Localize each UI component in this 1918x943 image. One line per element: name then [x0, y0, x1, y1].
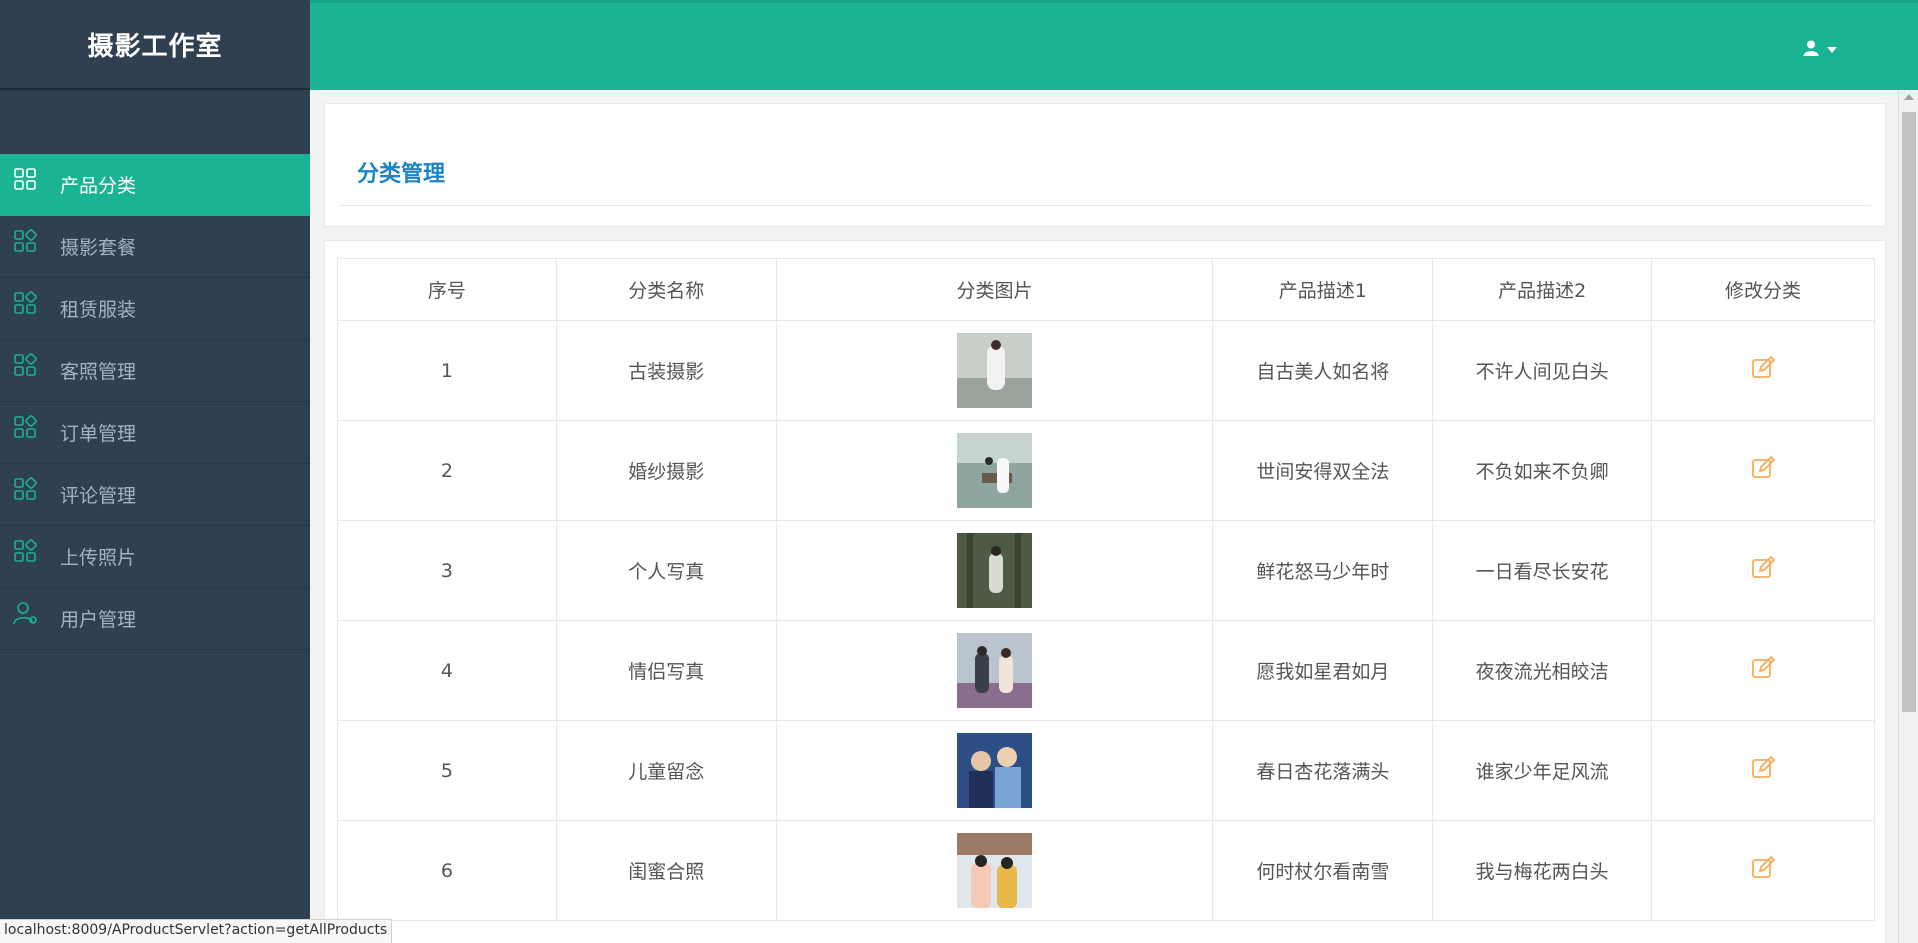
category-name: 婚纱摄影	[555, 420, 777, 521]
scroll-up-arrow-icon[interactable]	[1904, 94, 1914, 100]
category-name: 古装摄影	[555, 320, 777, 421]
description-2: 不负如来不负卿	[1432, 420, 1653, 521]
scrollbar-thumb[interactable]	[1902, 112, 1916, 712]
column-header: 序号	[337, 258, 557, 321]
sidebar-item-label: 摄影套餐	[60, 237, 137, 259]
column-header: 分类名称	[555, 258, 777, 321]
sidebar-item-label: 产品分类	[60, 175, 137, 197]
table-panel: 序号 分类名称 分类图片 产品描述1 产品描述2 修改分类 1 古装摄影 自古美…	[324, 240, 1886, 943]
column-header: 修改分类	[1651, 258, 1875, 321]
description-2: 谁家少年足风流	[1432, 720, 1653, 821]
sidebar-item-photo-package[interactable]: 摄影套餐	[0, 216, 310, 278]
sidebar-item-label: 上传照片	[60, 547, 137, 569]
title-panel: 分类管理	[324, 103, 1886, 227]
table-row: 2 婚纱摄影 世间安得双全法 不负如来不负卿	[337, 420, 1875, 521]
brand-title: 摄影工作室	[0, 0, 310, 90]
description-1: 愿我如星君如月	[1212, 620, 1434, 721]
user-menu-toggle[interactable]	[1802, 39, 1838, 61]
edit-icon[interactable]	[1750, 455, 1776, 481]
sidebar-item-user-management[interactable]: 用户管理	[0, 588, 310, 650]
sidebar-item-label: 客照管理	[60, 361, 137, 383]
row-id: 3	[337, 520, 557, 621]
status-bar-url: localhost:8009/AProductServlet?action=ge…	[0, 919, 393, 943]
table-row: 4 情侣写真 愿我如星君如月 夜夜流光相皎洁	[337, 620, 1875, 721]
description-1: 何时杖尔看南雪	[1212, 820, 1434, 921]
sidebar-item-costume-rental[interactable]: 租赁服装	[0, 278, 310, 340]
grid-icon	[12, 352, 38, 378]
edit-icon[interactable]	[1750, 355, 1776, 381]
category-image	[957, 733, 1033, 808]
column-header: 分类图片	[775, 258, 1214, 321]
edit-icon[interactable]	[1750, 755, 1776, 781]
category-name: 情侣写真	[555, 620, 777, 721]
row-id: 2	[337, 420, 557, 521]
table-row: 3 个人写真 鲜花怒马少年时 一日看尽长安花	[337, 520, 1875, 621]
grid-icon	[12, 166, 38, 192]
table-row: 6 闺蜜合照 何时杖尔看南雪 我与梅花两白头	[337, 820, 1875, 921]
row-id: 6	[337, 820, 557, 921]
sidebar-item-orders[interactable]: 订单管理	[0, 402, 310, 464]
category-name: 闺蜜合照	[555, 820, 777, 921]
category-image	[957, 633, 1033, 708]
description-2: 一日看尽长安花	[1432, 520, 1653, 621]
category-name: 个人写真	[555, 520, 777, 621]
grid-icon	[12, 476, 38, 502]
main-content: 分类管理 序号 分类名称 分类图片 产品描述1 产品描述2 修改分类 1 古装摄…	[310, 90, 1898, 943]
divider	[339, 205, 1871, 206]
category-image	[957, 533, 1033, 608]
edit-icon[interactable]	[1750, 555, 1776, 581]
category-table: 序号 分类名称 分类图片 产品描述1 产品描述2 修改分类 1 古装摄影 自古美…	[337, 258, 1875, 921]
sidebar-item-comments[interactable]: 评论管理	[0, 464, 310, 526]
description-1: 春日杏花落满头	[1212, 720, 1434, 821]
user-gear-icon	[12, 600, 38, 626]
sidebar-item-client-photos[interactable]: 客照管理	[0, 340, 310, 402]
grid-icon	[12, 414, 38, 440]
sidebar-item-label: 评论管理	[60, 485, 137, 507]
description-2: 不许人间见白头	[1432, 320, 1653, 421]
caret-down-icon	[1826, 41, 1838, 60]
sidebar-item-label: 订单管理	[60, 423, 137, 445]
column-header: 产品描述1	[1212, 258, 1434, 321]
app-window: 摄影工作室 产品分类 摄影套餐 租赁服装 客照管理 订单管理 评论管理 上传照片…	[0, 0, 1918, 943]
grid-icon	[12, 538, 38, 564]
grid-icon	[12, 290, 38, 316]
description-1: 世间安得双全法	[1212, 420, 1434, 521]
table-header-row: 序号 分类名称 分类图片 产品描述1 产品描述2 修改分类	[337, 258, 1875, 321]
grid-icon	[12, 228, 38, 254]
row-id: 5	[337, 720, 557, 821]
category-image	[957, 433, 1033, 508]
category-image	[957, 333, 1033, 408]
vertical-scrollbar[interactable]	[1898, 90, 1918, 943]
sidebar-item-upload-photos[interactable]: 上传照片	[0, 526, 310, 588]
table-row: 5 儿童留念 春日杏花落满头 谁家少年足风流	[337, 720, 1875, 821]
category-name: 儿童留念	[555, 720, 777, 821]
row-id: 4	[337, 620, 557, 721]
column-header: 产品描述2	[1432, 258, 1653, 321]
description-2: 夜夜流光相皎洁	[1432, 620, 1653, 721]
sidebar: 摄影工作室 产品分类 摄影套餐 租赁服装 客照管理 订单管理 评论管理 上传照片…	[0, 0, 310, 943]
edit-icon[interactable]	[1750, 855, 1776, 881]
sidebar-item-product-category[interactable]: 产品分类	[0, 154, 310, 216]
row-id: 1	[337, 320, 557, 421]
page-title: 分类管理	[357, 162, 446, 187]
description-2: 我与梅花两白头	[1432, 820, 1653, 921]
table-row: 1 古装摄影 自古美人如名将 不许人间见白头	[337, 320, 1875, 421]
category-image	[957, 833, 1033, 908]
description-1: 自古美人如名将	[1212, 320, 1434, 421]
user-icon	[1802, 39, 1820, 61]
top-navbar	[310, 0, 1918, 90]
sidebar-item-label: 用户管理	[60, 609, 137, 631]
edit-icon[interactable]	[1750, 655, 1776, 681]
description-1: 鲜花怒马少年时	[1212, 520, 1434, 621]
sidebar-item-label: 租赁服装	[60, 299, 137, 321]
